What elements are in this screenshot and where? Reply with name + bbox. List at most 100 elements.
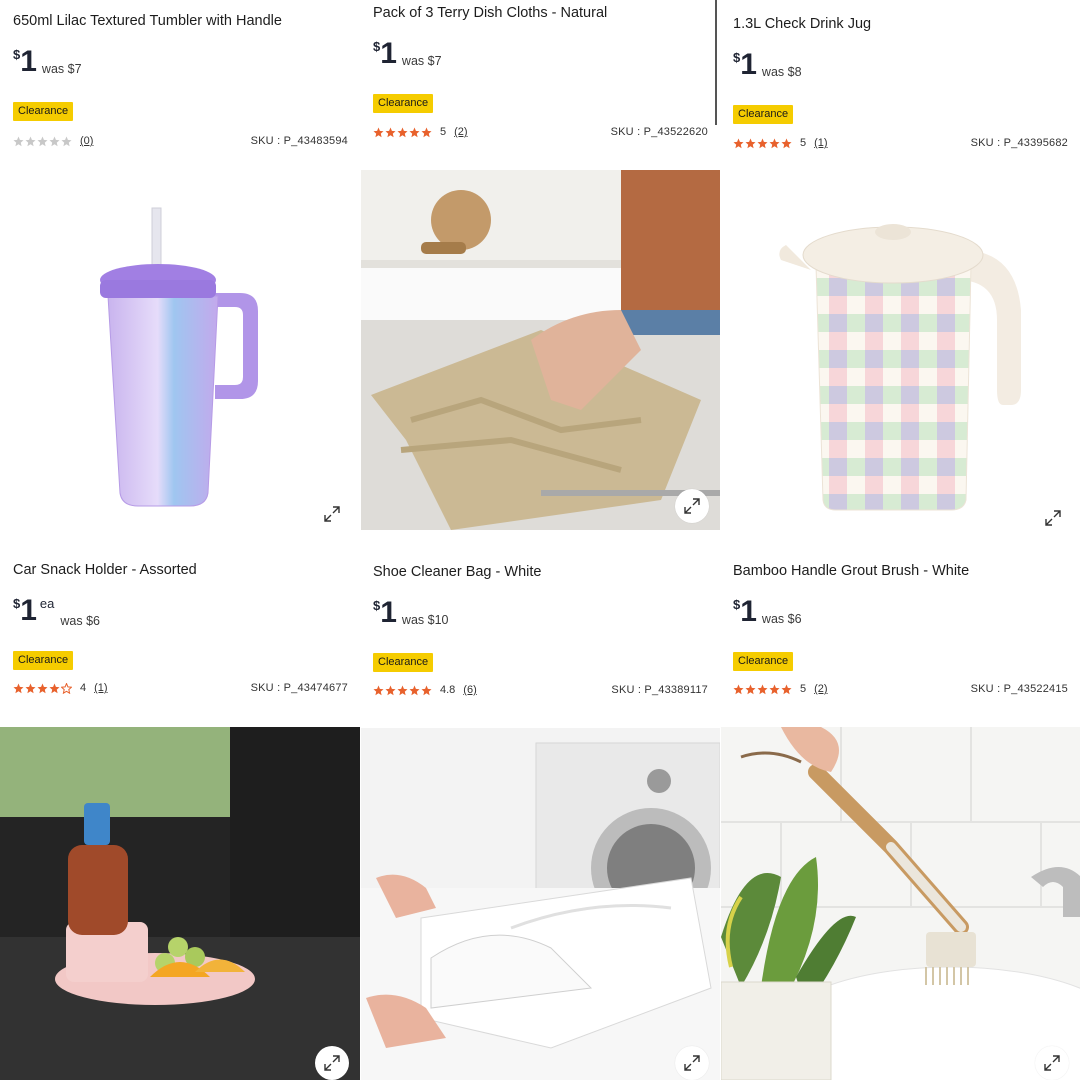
star-icon: [397, 127, 408, 137]
currency-symbol: $: [373, 598, 381, 613]
expand-icon-glyph: [1045, 510, 1061, 526]
product-card-info: Pack of 3 Terry Dish Cloths - Natural $ …: [373, 4, 708, 144]
expand-icon[interactable]: [675, 1046, 709, 1080]
price: $ 1 was $10: [373, 598, 448, 628]
product-grid: 650ml Lilac Textured Tumbler with Handle…: [0, 0, 1080, 1080]
price-unit: ea: [39, 596, 55, 611]
dish-cloth-photo: [361, 170, 720, 530]
expand-icon[interactable]: [675, 489, 709, 523]
price-amount: 1: [380, 596, 397, 629]
star-icon: [769, 138, 780, 148]
price: $ 1 was $7: [13, 47, 82, 77]
clearance-badge: Clearance: [13, 102, 74, 121]
was-price: was $10: [401, 613, 449, 627]
price: $ 1 was $7: [373, 39, 442, 69]
product-image-jug[interactable]: [721, 170, 1080, 532]
product-title[interactable]: 1.3L Check Drink Jug: [733, 15, 1068, 33]
sku: SKU : P_43474677: [250, 682, 348, 694]
star-icon: [421, 127, 432, 137]
product-title[interactable]: Shoe Cleaner Bag - White: [373, 563, 708, 581]
star-icon: [781, 138, 792, 148]
product-title[interactable]: 650ml Lilac Textured Tumbler with Handle: [13, 12, 348, 30]
price-amount: 1: [20, 45, 37, 78]
review-count-link[interactable]: (2): [454, 126, 467, 138]
star-icon: [745, 138, 756, 148]
rating-stars: [13, 682, 72, 694]
review-count-link[interactable]: (0): [80, 135, 93, 147]
product-card-info: Car Snack Holder - Assorted $ 1 ea was $…: [13, 561, 348, 701]
star-icon: [61, 136, 72, 146]
expand-icon[interactable]: [322, 504, 342, 524]
price-amount: 1: [740, 48, 757, 81]
star-icon: [733, 138, 744, 148]
star-icon: [13, 683, 24, 693]
star-icon: [385, 685, 396, 695]
product-image-car-snack-holder[interactable]: [0, 727, 360, 1080]
rating-value: 5: [440, 126, 447, 138]
currency-symbol: $: [373, 39, 381, 54]
review-count-link[interactable]: (1): [94, 682, 107, 694]
price: $ 1 was $6: [733, 597, 802, 627]
rating-stars: [373, 685, 432, 696]
was-price: was $6: [761, 612, 802, 626]
expand-icon-glyph: [324, 1055, 340, 1071]
star-icon: [37, 136, 48, 146]
currency-symbol: $: [13, 596, 21, 611]
shoe-bag-photo: [361, 728, 720, 1080]
product-card-info: 1.3L Check Drink Jug $ 1 was $8 Clearanc…: [733, 15, 1068, 155]
review-count-link[interactable]: (1): [814, 137, 827, 149]
star-icon: [49, 136, 60, 146]
rating-row: 5 (1) SKU : P_43395682: [733, 137, 1068, 149]
was-price: was $8: [761, 65, 802, 79]
currency-symbol: $: [13, 47, 21, 62]
was-price: was $7: [401, 54, 442, 68]
product-title[interactable]: Pack of 3 Terry Dish Cloths - Natural: [373, 4, 708, 22]
product-image-shoe-bag[interactable]: [361, 728, 720, 1080]
star-icon: [25, 136, 36, 146]
star-icon: [421, 685, 432, 695]
expand-icon-glyph: [684, 1055, 700, 1071]
expand-icon-glyph: [684, 498, 700, 514]
review-count-link[interactable]: (2): [814, 683, 827, 695]
expand-icon[interactable]: [1043, 508, 1063, 528]
rating-stars: [733, 684, 792, 695]
product-card-info: Bamboo Handle Grout Brush - White $ 1 wa…: [733, 562, 1068, 702]
star-icon: [769, 684, 780, 694]
sku: SKU : P_43522415: [970, 683, 1068, 695]
star-icon: [61, 682, 72, 694]
product-title[interactable]: Bamboo Handle Grout Brush - White: [733, 562, 1068, 580]
product-image-grout-brush[interactable]: [721, 727, 1080, 1080]
product-title[interactable]: Car Snack Holder - Assorted: [13, 561, 348, 579]
sku: SKU : P_43395682: [970, 137, 1068, 149]
star-icon: [409, 127, 420, 137]
was-price: was $6: [60, 614, 100, 628]
rating-row: (0) SKU : P_43483594: [13, 135, 348, 147]
star-icon: [781, 684, 792, 694]
was-price: was $7: [41, 62, 82, 76]
rating-row: 4 (1) SKU : P_43474677: [13, 682, 348, 694]
clearance-badge: Clearance: [733, 652, 794, 671]
price: $ 1 ea was $6: [13, 596, 100, 629]
rating-stars: [373, 127, 432, 138]
rating-row: 5 (2) SKU : P_43522415: [733, 683, 1068, 695]
clearance-badge: Clearance: [13, 651, 74, 670]
review-count-link[interactable]: (6): [463, 684, 476, 696]
product-card-info: Shoe Cleaner Bag - White $ 1 was $10 Cle…: [373, 563, 708, 703]
star-icon: [13, 136, 24, 146]
product-image-tumbler[interactable]: [0, 168, 360, 530]
rating-value: 5: [800, 137, 807, 149]
sku: SKU : P_43522620: [610, 126, 708, 138]
product-image-dish-cloths[interactable]: [361, 170, 720, 530]
rating-row: 5 (2) SKU : P_43522620: [373, 126, 708, 138]
star-icon: [49, 683, 60, 693]
expand-icon[interactable]: [315, 1046, 349, 1080]
star-icon: [37, 683, 48, 693]
rating-row: 4.8 (6) SKU : P_43389117: [373, 684, 708, 696]
sku: SKU : P_43483594: [250, 135, 348, 147]
rating-stars: [733, 138, 792, 149]
car-snack-photo: [0, 727, 360, 1080]
price-amount: 1: [380, 37, 397, 70]
currency-symbol: $: [733, 50, 741, 65]
check-jug-illustration: [779, 224, 1021, 511]
expand-icon[interactable]: [1035, 1046, 1069, 1080]
